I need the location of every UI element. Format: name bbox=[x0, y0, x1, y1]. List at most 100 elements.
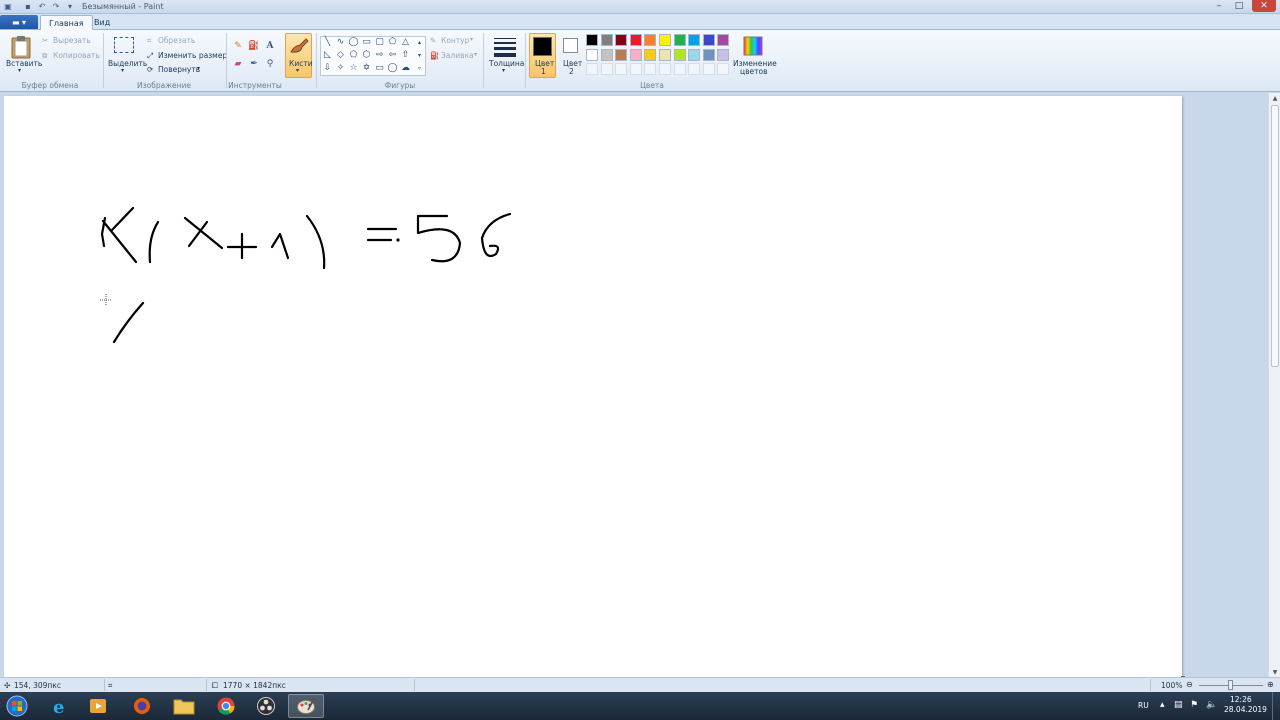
palette-swatch[interactable] bbox=[629, 48, 642, 61]
custom-color-slot[interactable] bbox=[600, 63, 613, 76]
resize-button[interactable]: Изменить размер bbox=[158, 51, 227, 60]
palette-swatch[interactable] bbox=[600, 34, 613, 46]
rounded-rect-shape-icon[interactable]: ▢ bbox=[374, 37, 385, 48]
crop-button[interactable]: Обрезать bbox=[158, 36, 195, 45]
palette-swatch[interactable] bbox=[673, 34, 686, 46]
palette-swatch[interactable] bbox=[702, 48, 715, 61]
palette-swatch[interactable] bbox=[615, 34, 628, 46]
down-arrow-shape-icon[interactable]: ⇩ bbox=[322, 63, 333, 74]
vertical-scrollbar[interactable]: ▲ ▼ bbox=[1268, 93, 1280, 677]
taskbar-media-player[interactable] bbox=[80, 694, 116, 718]
close-button[interactable]: ✕ bbox=[1252, 0, 1276, 12]
text-tool-icon[interactable]: A bbox=[263, 39, 277, 53]
curve-shape-icon[interactable]: ∿ bbox=[335, 37, 346, 48]
magnifier-icon[interactable]: ⚲ bbox=[263, 57, 277, 71]
triangle-shape-icon[interactable]: △ bbox=[400, 37, 411, 48]
outline-dropdown-icon[interactable]: ▾ bbox=[470, 36, 473, 43]
size-dropdown-icon[interactable]: ▾ bbox=[502, 67, 505, 74]
palette-swatch[interactable] bbox=[615, 48, 628, 61]
custom-color-slot[interactable] bbox=[688, 63, 701, 76]
rectangle-shape-icon[interactable]: ▭ bbox=[361, 37, 372, 48]
palette-swatch[interactable] bbox=[629, 34, 642, 46]
taskbar-firefox[interactable] bbox=[124, 694, 160, 718]
clock-time[interactable]: 12:26 bbox=[1230, 695, 1252, 704]
custom-color-slot[interactable] bbox=[717, 63, 730, 76]
clipboard-icon[interactable] bbox=[10, 35, 32, 59]
taskbar-paint[interactable] bbox=[288, 694, 324, 718]
palette-swatch[interactable] bbox=[586, 48, 598, 61]
pencil-icon[interactable]: ✎ bbox=[231, 39, 245, 53]
zoom-in-icon[interactable]: ⊕ bbox=[1267, 680, 1274, 689]
fill-dropdown-icon[interactable]: ▾ bbox=[474, 51, 477, 58]
hexagon-shape-icon[interactable]: ⬡ bbox=[361, 50, 372, 61]
scrollbar-thumb[interactable] bbox=[1271, 105, 1279, 367]
zoom-out-icon[interactable]: ⊖ bbox=[1186, 680, 1193, 689]
undo-icon[interactable]: ↶ bbox=[36, 1, 48, 12]
right-arrow-shape-icon[interactable]: ⇨ bbox=[374, 50, 385, 61]
shapes-scroll-down-icon[interactable]: ▾ bbox=[414, 50, 425, 61]
palette-swatch[interactable] bbox=[688, 48, 701, 61]
select-icon[interactable] bbox=[114, 37, 134, 53]
six-point-star-icon[interactable]: ✡ bbox=[361, 63, 372, 74]
four-point-star-icon[interactable]: ✧ bbox=[335, 63, 346, 74]
custom-color-slot[interactable] bbox=[702, 63, 715, 76]
quick-access-dropdown-icon[interactable]: ▾ bbox=[64, 1, 76, 12]
taskbar-ie[interactable]: e bbox=[42, 694, 78, 718]
tray-expand-icon[interactable]: ▴ bbox=[1160, 700, 1165, 710]
file-menu-button[interactable]: ▬ ▾ bbox=[0, 15, 38, 29]
fill-bucket-icon[interactable]: ⛽ bbox=[247, 39, 261, 53]
polygon-shape-icon[interactable]: ⬠ bbox=[387, 37, 398, 48]
custom-color-slot[interactable] bbox=[629, 63, 642, 76]
action-center-icon[interactable]: ⚑ bbox=[1190, 700, 1198, 710]
fill-button[interactable]: Заливка bbox=[441, 51, 474, 60]
redo-icon[interactable]: ↷ bbox=[50, 1, 62, 12]
palette-swatch[interactable] bbox=[644, 48, 657, 61]
custom-color-slot[interactable] bbox=[615, 63, 628, 76]
show-desktop-button[interactable] bbox=[1272, 692, 1280, 720]
palette-swatch[interactable] bbox=[644, 34, 657, 46]
callout-rect-icon[interactable]: ▭ bbox=[374, 63, 385, 74]
palette-swatch[interactable] bbox=[688, 34, 701, 46]
palette-swatch[interactable] bbox=[659, 34, 671, 46]
taskbar-explorer[interactable] bbox=[166, 694, 202, 718]
paint-app-icon[interactable]: ▣ bbox=[2, 1, 14, 12]
palette-swatch[interactable] bbox=[659, 48, 671, 61]
palette-swatch[interactable] bbox=[717, 34, 730, 46]
palette-swatch[interactable] bbox=[586, 34, 598, 46]
palette-swatch[interactable] bbox=[600, 48, 613, 61]
save-icon[interactable]: ▪ bbox=[22, 1, 34, 12]
brushes-dropdown-icon[interactable]: ▾ bbox=[296, 67, 299, 74]
rotate-dropdown-icon[interactable]: ▾ bbox=[197, 65, 200, 72]
shapes-scroll-up-icon[interactable]: ▴ bbox=[414, 37, 425, 48]
line-shape-icon[interactable]: ╲ bbox=[322, 37, 333, 48]
oval-shape-icon[interactable]: ◯ bbox=[348, 37, 359, 48]
custom-color-slot[interactable] bbox=[644, 63, 657, 76]
paste-dropdown-icon[interactable]: ▾ bbox=[18, 67, 21, 74]
tab-home[interactable]: Главная bbox=[40, 15, 93, 30]
volume-icon[interactable]: 🔈 bbox=[1206, 700, 1217, 710]
size-icon[interactable] bbox=[494, 37, 516, 57]
shapes-more-icon[interactable]: ▿ bbox=[414, 63, 425, 74]
outline-button[interactable]: Контур bbox=[441, 36, 469, 45]
color2-swatch[interactable] bbox=[563, 38, 578, 53]
palette-swatch[interactable] bbox=[673, 48, 686, 61]
eraser-icon[interactable]: ▰ bbox=[231, 57, 245, 71]
size-button[interactable]: Толщина bbox=[489, 59, 524, 68]
start-button[interactable] bbox=[0, 694, 34, 718]
callout-cloud-icon[interactable]: ☁ bbox=[400, 63, 411, 74]
cut-button[interactable]: Вырезать bbox=[53, 36, 91, 45]
copy-button[interactable]: Копировать bbox=[53, 51, 100, 60]
left-arrow-shape-icon[interactable]: ⇦ bbox=[387, 50, 398, 61]
select-dropdown-icon[interactable]: ▾ bbox=[121, 67, 124, 74]
right-triangle-shape-icon[interactable]: ◺ bbox=[322, 50, 333, 61]
scroll-up-icon[interactable]: ▲ bbox=[1269, 93, 1280, 103]
custom-color-slot[interactable] bbox=[586, 63, 598, 76]
callout-oval-icon[interactable]: ◯ bbox=[387, 63, 398, 74]
language-indicator[interactable]: RU bbox=[1138, 701, 1149, 710]
drawing-canvas[interactable] bbox=[4, 96, 1185, 680]
custom-color-slot[interactable] bbox=[673, 63, 686, 76]
tray-app-icon[interactable]: ▤ bbox=[1174, 700, 1183, 710]
tab-view[interactable]: Вид bbox=[86, 15, 118, 30]
zoom-slider-thumb[interactable] bbox=[1228, 680, 1233, 690]
color-picker-icon[interactable]: ✒ bbox=[247, 57, 261, 71]
